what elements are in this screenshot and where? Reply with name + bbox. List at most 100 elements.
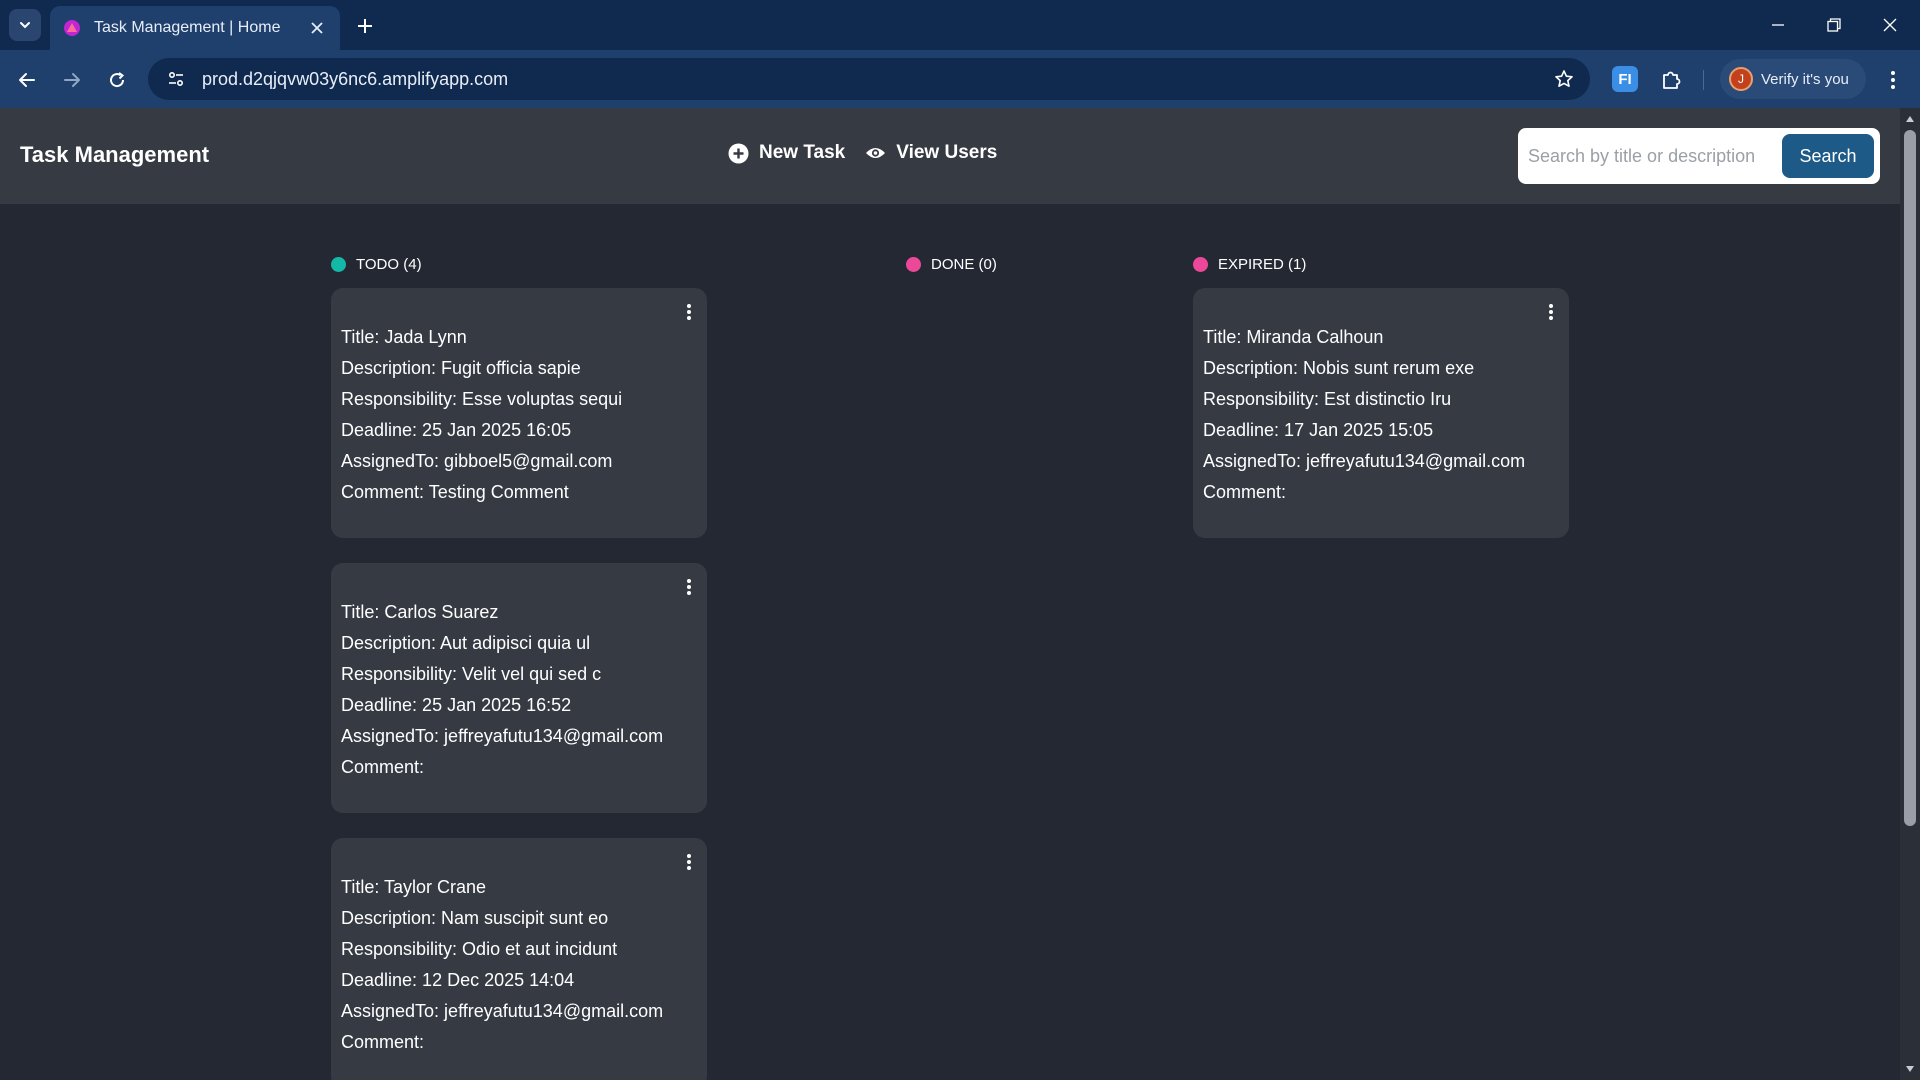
browser-tab-active[interactable]: Task Management | Home — [50, 6, 340, 50]
chevron-down-icon — [20, 22, 30, 29]
more-vertical-icon — [687, 854, 691, 870]
card-title: Title: Carlos Suarez — [341, 602, 499, 622]
restore-button[interactable] — [1812, 9, 1856, 41]
task-card-todo-1[interactable]: Title: Jada Lynn Description: Fugit offi… — [331, 288, 707, 538]
card-title: Title: Jada Lynn — [341, 327, 467, 347]
more-vertical-icon — [1891, 71, 1895, 89]
card-description: Description: Nobis sunt rerum exe — [1203, 358, 1475, 378]
column-header-expired: EXPIRED (1) — [1193, 256, 1306, 273]
card-responsibility: Responsibility: Odio et aut incidunt — [341, 939, 618, 959]
toolbar-divider — [1703, 70, 1704, 90]
main-nav: New Task View Users — [728, 142, 1017, 164]
scroll-down-button[interactable] — [1903, 1062, 1917, 1076]
profile-label: Verify it's you — [1761, 70, 1849, 88]
more-vertical-icon — [687, 579, 691, 595]
extensions-button[interactable] — [1654, 63, 1688, 97]
minimize-button[interactable] — [1756, 9, 1800, 41]
star-icon — [1555, 70, 1573, 87]
view-users-button[interactable]: View Users — [865, 142, 997, 164]
card-deadline: Deadline: 25 Jan 2025 16:05 — [341, 420, 572, 440]
tab-search-button[interactable] — [9, 9, 41, 41]
restore-icon — [1827, 18, 1841, 32]
card-description: Description: Fugit officia sapie — [341, 358, 581, 378]
close-icon — [1883, 18, 1897, 32]
browser-tabstrip: Task Management | Home — [0, 0, 1920, 50]
status-dot-todo — [331, 257, 346, 272]
card-assigned-to: AssignedTo: jeffreyafutu134@gmail.com — [1203, 451, 1526, 471]
reload-icon — [110, 72, 125, 88]
triangle-down-icon — [1906, 1066, 1914, 1072]
card-menu-button[interactable] — [679, 575, 699, 599]
new-tab-button[interactable] — [350, 11, 380, 41]
app-header: Task Management New Task View Users Sear… — [0, 108, 1900, 204]
plus-icon — [358, 19, 372, 33]
column-label-done: DONE (0) — [931, 256, 997, 273]
card-description: Description: Aut adipisci quia ul — [341, 633, 591, 653]
new-task-label: New Task — [759, 142, 846, 163]
scroll-up-button[interactable] — [1903, 112, 1917, 126]
more-vertical-icon — [687, 304, 691, 320]
card-deadline: Deadline: 12 Dec 2025 14:04 — [341, 970, 575, 990]
search-input[interactable] — [1528, 136, 1782, 176]
card-menu-button[interactable] — [679, 850, 699, 874]
column-label-expired: EXPIRED (1) — [1218, 256, 1307, 273]
close-window-button[interactable] — [1868, 9, 1912, 41]
column-header-done: DONE (0) — [906, 256, 997, 273]
forward-button[interactable] — [55, 63, 89, 97]
column-header-todo: TODO (4) — [331, 256, 422, 273]
column-label-todo: TODO (4) — [356, 256, 422, 273]
task-card-todo-3[interactable]: Title: Taylor Crane Description: Nam sus… — [331, 838, 707, 1080]
card-assigned-to: AssignedTo: jeffreyafutu134@gmail.com — [341, 1001, 664, 1021]
card-title: Title: Miranda Calhoun — [1203, 327, 1384, 347]
view-users-label: View Users — [896, 142, 998, 163]
address-bar[interactable]: prod.d2qjqvw03y6nc6.amplifyapp.com — [148, 58, 1590, 100]
card-menu-button[interactable] — [679, 300, 699, 324]
arrow-right-icon — [64, 73, 80, 87]
status-dot-expired — [1193, 257, 1208, 272]
search-button[interactable]: Search — [1782, 134, 1874, 178]
search-box: Search — [1518, 128, 1880, 184]
card-assigned-to: AssignedTo: jeffreyafutu134@gmail.com — [341, 726, 664, 746]
plus-circle-icon — [728, 143, 749, 163]
card-deadline: Deadline: 25 Jan 2025 16:52 — [341, 695, 572, 715]
browser-menu-button[interactable] — [1876, 63, 1910, 97]
task-card-todo-2[interactable]: Title: Carlos Suarez Description: Aut ad… — [331, 563, 707, 813]
minimize-icon — [1772, 24, 1784, 26]
status-dot-done — [906, 257, 921, 272]
reload-button[interactable] — [100, 63, 134, 97]
site-info-button[interactable] — [160, 63, 192, 95]
arrow-left-icon — [19, 73, 35, 87]
card-responsibility: Responsibility: Velit vel qui sed c — [341, 664, 602, 684]
card-assigned-to: AssignedTo: gibboel5@gmail.com — [341, 451, 613, 471]
tune-icon — [168, 71, 184, 87]
url-text: prod.d2qjqvw03y6nc6.amplifyapp.com — [202, 68, 509, 89]
card-description: Description: Nam suscipit sunt eo — [341, 908, 609, 928]
card-responsibility: Responsibility: Esse voluptas sequi — [341, 389, 623, 409]
app-title: Task Management — [20, 142, 210, 167]
tab-close-button[interactable] — [306, 17, 328, 39]
card-title: Title: Taylor Crane — [341, 877, 487, 897]
card-comment: Comment: — [1203, 482, 1287, 502]
extension-fi-icon[interactable]: FI — [1612, 66, 1638, 92]
amplify-favicon-icon — [64, 20, 80, 36]
bookmark-button[interactable] — [1546, 61, 1582, 97]
card-comment: Comment: — [341, 757, 425, 777]
card-deadline: Deadline: 17 Jan 2025 15:05 — [1203, 420, 1434, 440]
card-responsibility: Responsibility: Est distinctio Iru — [1203, 389, 1452, 409]
new-task-button[interactable]: New Task — [728, 142, 845, 164]
task-card-expired-1[interactable]: Title: Miranda Calhoun Description: Nobi… — [1193, 288, 1569, 538]
card-menu-button[interactable] — [1541, 300, 1561, 324]
close-icon — [311, 22, 323, 34]
back-button[interactable] — [10, 63, 44, 97]
avatar: J — [1729, 67, 1753, 91]
eye-icon — [866, 148, 886, 158]
profile-button[interactable]: J Verify it's you — [1720, 59, 1866, 99]
card-comment: Comment: Testing Comment — [341, 482, 569, 502]
more-vertical-icon — [1549, 304, 1553, 320]
puzzle-icon — [1663, 71, 1681, 89]
triangle-up-icon — [1906, 116, 1914, 122]
card-comment: Comment: — [341, 1032, 425, 1052]
scrollbar-thumb[interactable] — [1904, 130, 1916, 826]
browser-toolbar: prod.d2qjqvw03y6nc6.amplifyapp.com FI J … — [0, 50, 1920, 108]
tab-title: Task Management | Home — [94, 19, 281, 36]
